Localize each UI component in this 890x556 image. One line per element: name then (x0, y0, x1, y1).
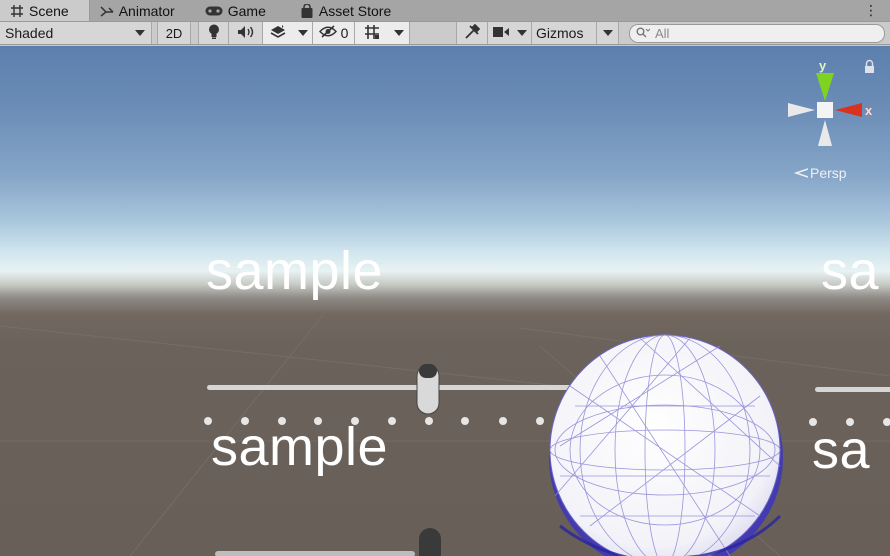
lock-icon[interactable] (865, 59, 874, 74)
grid-snap-icon (364, 24, 380, 43)
slider-bottom-track (215, 551, 415, 556)
chevron-left-icon (793, 165, 809, 181)
layers-icon (270, 24, 286, 42)
grid-icon (10, 4, 24, 18)
chevron-down-icon (602, 30, 613, 36)
slider-bottom-handle[interactable] (419, 528, 441, 556)
tools-icon (464, 23, 481, 43)
tab-game[interactable]: Game (185, 0, 276, 21)
slider-right-track (815, 387, 890, 392)
scene-geometry: y x (0, 58, 890, 556)
search-icon (636, 26, 651, 41)
speaker-icon (237, 25, 255, 42)
mode-2d-label: 2D (165, 25, 183, 41)
hidden-objects-toggle[interactable]: 0 (313, 22, 355, 44)
gizmos-dropdown[interactable] (597, 22, 619, 44)
camera-dropdown[interactable] (488, 22, 532, 44)
tab-label: Asset Store (318, 2, 392, 19)
neg-x-axis-cone[interactable] (788, 103, 815, 117)
chevron-down-icon (297, 30, 308, 36)
tab-animator[interactable]: Animator (90, 0, 185, 21)
camera-icon (492, 25, 509, 41)
grid-toggle[interactable] (355, 22, 388, 44)
gamepad-icon (205, 4, 223, 18)
shopping-bag-icon (300, 3, 314, 18)
animator-icon (100, 4, 114, 18)
hidden-count: 0 (340, 25, 349, 41)
chevron-down-icon (135, 30, 145, 36)
lightbulb-icon (208, 24, 220, 42)
y-axis-label: y (819, 58, 827, 73)
world-text-label: sample (206, 241, 384, 301)
lighting-toggle[interactable] (199, 22, 229, 44)
x-axis-label: x (865, 103, 873, 118)
tab-label: Game (227, 2, 266, 19)
neg-z-axis-cone[interactable] (818, 120, 832, 146)
scene-toolbar: Shaded 2D 0 Gizmos All (0, 21, 890, 45)
tab-label: Animator (118, 2, 175, 19)
draw-mode-dropdown[interactable]: Shaded (0, 22, 152, 44)
search-field[interactable] (629, 24, 885, 43)
tab-bar: Scene Animator Game Asset Store ⋮ (0, 0, 890, 21)
tab-label: Scene (29, 2, 69, 19)
chevron-down-icon (516, 30, 527, 36)
world-text-label: sample (211, 417, 389, 477)
eye-slash-icon (318, 25, 337, 41)
x-axis-cone[interactable] (835, 103, 862, 117)
effects-toggle[interactable] (263, 22, 293, 44)
wireframe-sphere[interactable] (549, 334, 783, 556)
tab-asset-store[interactable]: Asset Store (276, 0, 401, 21)
effects-dropdown[interactable] (293, 22, 313, 44)
gizmos-label: Gizmos (536, 25, 584, 41)
chevron-down-icon (393, 30, 404, 36)
projection-label: Persp (810, 165, 847, 181)
y-axis-cone[interactable] (816, 73, 834, 101)
gizmos-button[interactable]: Gizmos (532, 22, 597, 44)
gizmo-center-cube[interactable] (817, 102, 833, 118)
search-input[interactable] (655, 26, 855, 41)
mode-2d-button[interactable]: 2D (158, 22, 191, 44)
kebab-menu-icon[interactable]: ⋮ (864, 2, 878, 19)
scene-viewport[interactable]: y x sample sample sa sa Persp (0, 46, 890, 556)
draw-mode-label: Shaded (5, 25, 54, 41)
tab-scene[interactable]: Scene (0, 0, 90, 21)
world-text-label: sa (812, 420, 871, 480)
orientation-gizmo[interactable]: y x (788, 58, 874, 146)
world-text-label: sa (821, 241, 880, 301)
projection-toggle[interactable]: Persp (793, 165, 847, 181)
tools-button[interactable] (457, 22, 488, 44)
audio-toggle[interactable] (229, 22, 263, 44)
grid-dropdown[interactable] (388, 22, 410, 44)
